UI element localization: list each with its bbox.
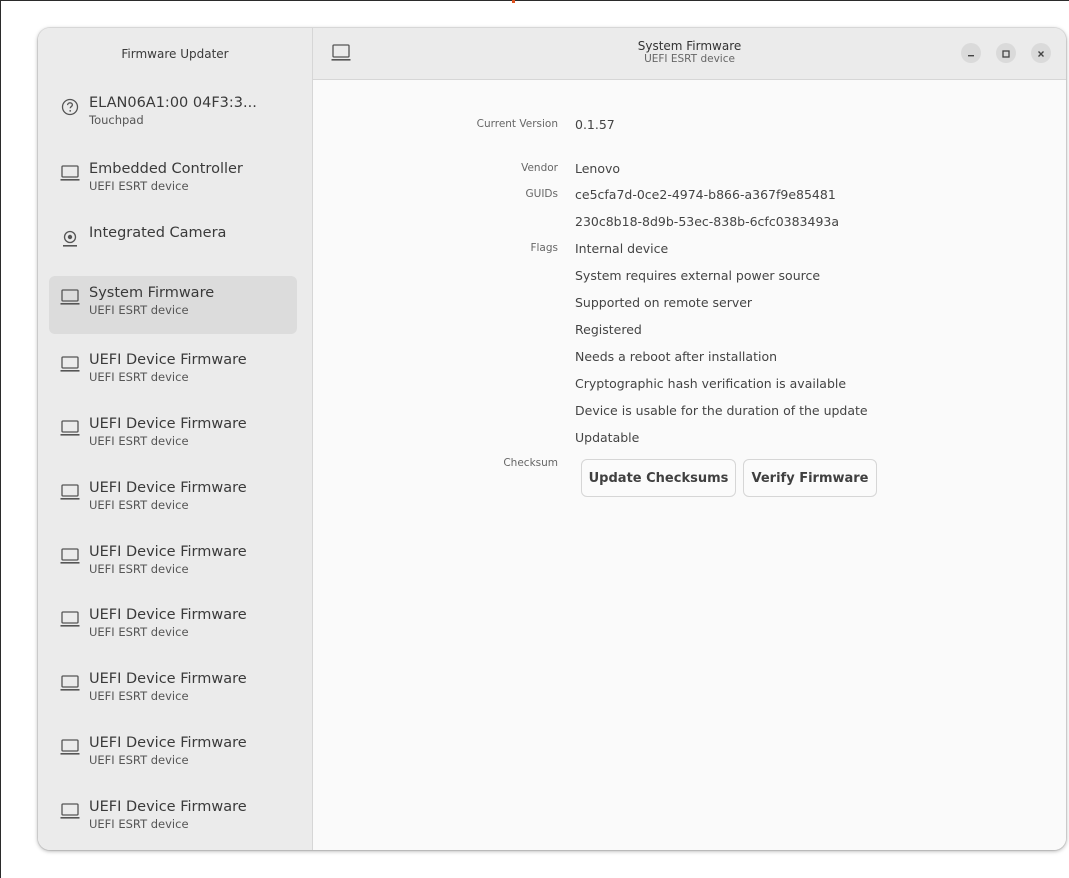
update-checksums-button[interactable]: Update Checksums (581, 459, 736, 497)
page-subtitle: UEFI ESRT device (644, 53, 735, 65)
device-name: UEFI Device Firmware (89, 480, 247, 496)
current-version-label: Current Version (476, 118, 558, 130)
device-item-uefi-device-firmware[interactable]: UEFI Device Firmware UEFI ESRT device (49, 790, 297, 848)
flag-value: Registered (575, 322, 642, 337)
device-subtitle: UEFI ESRT device (89, 562, 189, 576)
app-window: Firmware Updater ELAN06A1:00 04F3:3... T… (38, 28, 1066, 850)
computer-icon (57, 419, 83, 437)
device-subtitle: UEFI ESRT device (89, 689, 189, 703)
device-name: System Firmware (89, 285, 215, 301)
device-item-uefi-device-firmware[interactable]: UEFI Device Firmware UEFI ESRT device (49, 343, 297, 401)
guid-value: ce5cfa7d-0ce2-4974-b866-a367f9e85481 (575, 187, 836, 202)
device-subtitle: UEFI ESRT device (89, 817, 189, 831)
device-subtitle: UEFI ESRT device (89, 625, 189, 639)
device-item-system-firmware[interactable]: System Firmware UEFI ESRT device (49, 276, 297, 334)
device-name: UEFI Device Firmware (89, 544, 247, 560)
flag-value: Supported on remote server (575, 295, 753, 310)
minimize-icon (966, 44, 976, 63)
vendor-label: Vendor (521, 162, 558, 174)
device-item-touchpad[interactable]: ELAN06A1:00 04F3:3... Touchpad (49, 86, 297, 144)
verify-firmware-button[interactable]: Verify Firmware (743, 459, 877, 497)
device-item-uefi-device-firmware[interactable]: UEFI Device Firmware UEFI ESRT device (49, 598, 297, 656)
device-item-uefi-device-firmware[interactable]: UEFI Device Firmware UEFI ESRT device (49, 535, 297, 593)
vendor-value: Lenovo (575, 161, 621, 176)
device-item-integrated-camera[interactable]: Integrated Camera (49, 216, 297, 274)
minimize-button[interactable] (961, 43, 981, 63)
computer-icon (57, 483, 83, 501)
computer-icon (57, 738, 83, 756)
device-subtitle: UEFI ESRT device (89, 753, 189, 767)
camera-icon (57, 228, 83, 248)
checksum-label: Checksum (503, 457, 558, 469)
sidebar-title: Firmware Updater (121, 47, 229, 61)
current-version-value: 0.1.57 (575, 117, 615, 132)
flag-value: Device is usable for the duration of the… (575, 403, 868, 418)
maximize-icon (1001, 44, 1011, 63)
device-subtitle: UEFI ESRT device (89, 303, 189, 317)
device-subtitle: Touchpad (89, 113, 144, 127)
maximize-button[interactable] (996, 43, 1016, 63)
header-bar: System Firmware UEFI ESRT device (313, 28, 1066, 80)
computer-icon (57, 547, 83, 565)
flag-value: System requires external power source (575, 268, 821, 283)
cursor-mark (512, 0, 515, 3)
device-name: Integrated Camera (89, 225, 227, 241)
device-subtitle: UEFI ESRT device (89, 370, 189, 384)
flag-value: Updatable (575, 430, 640, 445)
flags-label: Flags (530, 242, 558, 254)
device-subtitle: UEFI ESRT device (89, 179, 189, 193)
device-name: UEFI Device Firmware (89, 671, 247, 687)
device-name: UEFI Device Firmware (89, 416, 247, 432)
sidebar: Firmware Updater ELAN06A1:00 04F3:3... T… (38, 28, 313, 850)
device-item-embedded-controller[interactable]: Embedded Controller UEFI ESRT device (49, 152, 297, 210)
flag-value: Needs a reboot after installation (575, 349, 778, 364)
device-name: Embedded Controller (89, 161, 243, 177)
computer-icon (57, 164, 83, 182)
help-circle-icon (57, 98, 83, 116)
guid-value: 230c8b18-8d9b-53ec-838b-6cfc0383493a (575, 214, 840, 229)
device-name: UEFI Device Firmware (89, 352, 247, 368)
flag-value: Internal device (575, 241, 669, 256)
device-item-uefi-device-firmware[interactable]: UEFI Device Firmware UEFI ESRT device (49, 471, 297, 529)
device-name: UEFI Device Firmware (89, 735, 247, 751)
device-item-uefi-device-firmware[interactable]: UEFI Device Firmware UEFI ESRT device (49, 662, 297, 720)
device-item-uefi-device-firmware[interactable]: UEFI Device Firmware UEFI ESRT device (49, 726, 297, 784)
close-icon (1036, 44, 1046, 63)
close-button[interactable] (1031, 43, 1051, 63)
guids-label: GUIDs (525, 188, 558, 200)
device-item-uefi-device-firmware[interactable]: UEFI Device Firmware UEFI ESRT device (49, 407, 297, 465)
device-name: UEFI Device Firmware (89, 607, 247, 623)
computer-icon (57, 802, 83, 820)
device-subtitle: UEFI ESRT device (89, 434, 189, 448)
device-details: Current Version 0.1.57 Vendor Lenovo GUI… (313, 81, 1066, 850)
computer-icon (57, 674, 83, 692)
device-name: UEFI Device Firmware (89, 799, 247, 815)
computer-icon (57, 355, 83, 373)
page-title: System Firmware (637, 39, 742, 53)
computer-icon (57, 288, 83, 306)
computer-icon (57, 610, 83, 628)
device-subtitle: UEFI ESRT device (89, 498, 189, 512)
flag-value: Cryptographic hash verification is avail… (575, 376, 847, 391)
device-name: ELAN06A1:00 04F3:3... (89, 95, 257, 111)
